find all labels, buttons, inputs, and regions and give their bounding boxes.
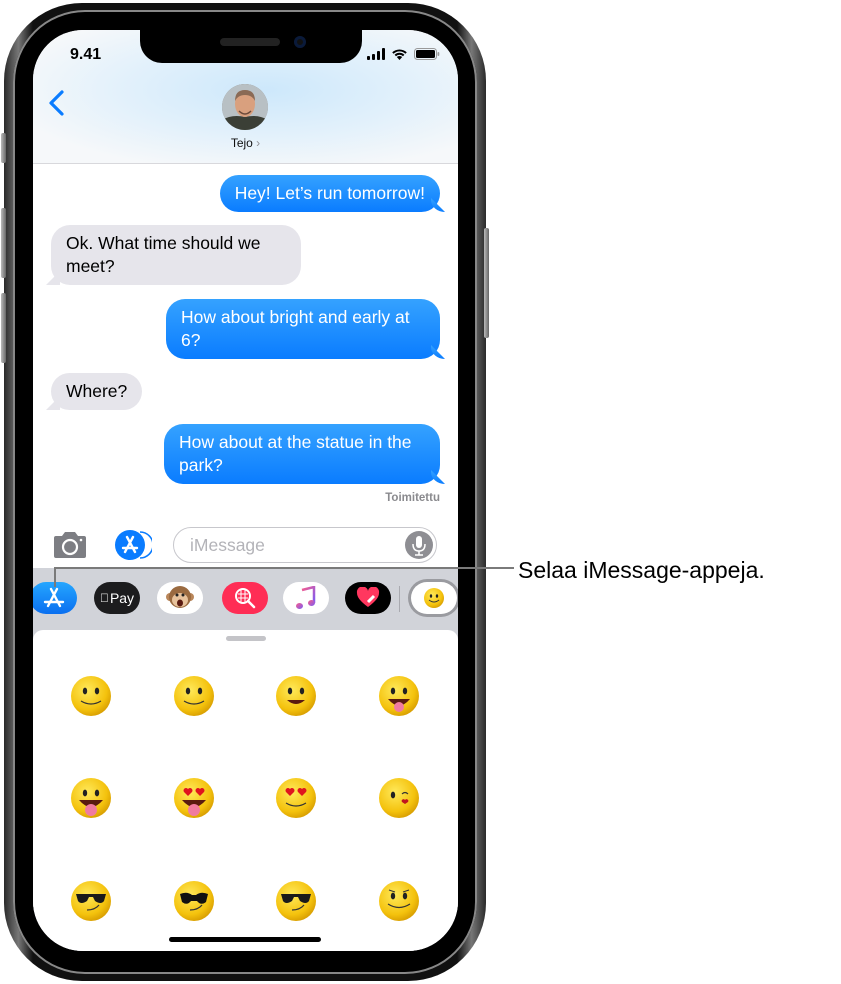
sticker-wink-kiss[interactable]	[377, 776, 421, 820]
music-note-icon	[296, 586, 316, 609]
app-store-icon	[115, 530, 154, 560]
sticker-sheet	[33, 630, 458, 951]
cellular-signal-icon	[367, 48, 385, 60]
sticker-sunglasses-smirk[interactable]	[69, 879, 113, 923]
smiley-sticker-icon	[424, 588, 444, 608]
image-search-button[interactable]	[222, 582, 268, 614]
message-bubble-outgoing[interactable]: How about at the statue in the park?	[164, 424, 440, 484]
speaker-grille	[220, 38, 280, 46]
sheet-grabber[interactable]	[226, 636, 266, 641]
music-button[interactable]	[283, 582, 329, 614]
image-search-icon	[235, 588, 256, 609]
message-input-field[interactable]	[173, 527, 437, 563]
sly-smile-icon	[379, 881, 419, 921]
smile-icon	[71, 676, 111, 716]
notch	[140, 30, 362, 63]
sticker-heart-eyes[interactable]	[274, 776, 318, 820]
microphone-button[interactable]	[405, 531, 433, 559]
sticker-sly-smile[interactable]	[377, 879, 421, 923]
monkey-icon	[166, 586, 194, 608]
big-tongue-icon	[71, 778, 111, 818]
screen: 9.41 Tejo › Hey! Let’s run tomorrow! Ok.…	[33, 30, 458, 951]
callout-line	[54, 567, 56, 587]
sunglasses-aviator-icon	[174, 881, 214, 921]
camera-button[interactable]	[51, 530, 89, 560]
contact-name: Tejo	[230, 136, 253, 150]
status-icons	[367, 48, 440, 60]
mute-switch	[1, 133, 6, 163]
apple-pay-label: Pay	[105, 590, 134, 606]
power-button	[484, 228, 489, 338]
contact-name-button[interactable]: Tejo ›	[33, 136, 458, 150]
message-input[interactable]	[188, 528, 392, 563]
battery-icon	[414, 48, 440, 60]
apple-pay-button[interactable]: Pay	[94, 582, 140, 614]
heart-eyes-icon	[276, 778, 316, 818]
delivery-status: Toimitettu	[385, 492, 440, 504]
animoji-button[interactable]	[157, 582, 203, 614]
wifi-icon	[392, 49, 407, 60]
drawer-divider	[399, 586, 400, 612]
apple-pay-icon: 	[100, 591, 109, 605]
message-bubble-outgoing[interactable]: How about bright and early at 6?	[166, 299, 440, 359]
sticker-smile[interactable]	[69, 674, 113, 718]
sticker-tongue-out[interactable]	[377, 674, 421, 718]
volume-down-button	[1, 293, 6, 363]
sticker-sunglasses-smirk-2[interactable]	[274, 879, 318, 923]
callout-line	[54, 567, 514, 569]
stickers-button[interactable]	[411, 582, 457, 614]
message-bubble-incoming[interactable]: Ok. What time should we meet?	[51, 225, 301, 285]
tongue-out-icon	[379, 676, 419, 716]
home-indicator[interactable]	[169, 937, 321, 942]
sticker-heart-eyes-tongue[interactable]	[172, 776, 216, 820]
sunglasses-smirk-2-icon	[276, 881, 316, 921]
chevron-right-icon: ›	[256, 136, 261, 150]
back-button[interactable]	[46, 88, 66, 118]
sunglasses-smirk-icon	[71, 881, 111, 921]
app-store-button[interactable]	[114, 529, 154, 560]
sticker-sunglasses-aviator[interactable]	[172, 879, 216, 923]
smile-icon	[174, 676, 214, 716]
callout-label: Selaa iMessage-appeja.	[518, 557, 765, 583]
message-bubble-incoming[interactable]: Where?	[51, 373, 143, 410]
grin-icon	[276, 676, 316, 716]
contact-avatar[interactable]	[222, 84, 268, 130]
sticker-grin[interactable]	[274, 674, 318, 718]
status-time: 9.41	[70, 46, 102, 63]
wink-kiss-icon	[379, 778, 419, 818]
heart-icon	[356, 587, 380, 607]
sticker-big-tongue[interactable]	[69, 776, 113, 820]
composer	[33, 524, 458, 568]
microphone-icon	[412, 536, 426, 556]
heart-eyes-tongue-icon	[174, 778, 214, 818]
camera-icon	[54, 532, 86, 558]
front-camera	[294, 36, 306, 48]
sticker-smile[interactable]	[172, 674, 216, 718]
volume-up-button	[1, 208, 6, 278]
app-store-icon	[43, 587, 64, 608]
chevron-left-icon	[49, 90, 64, 116]
contact-photo	[222, 84, 268, 130]
message-bubble-outgoing[interactable]: Hey! Let’s run tomorrow!	[219, 175, 440, 212]
digital-touch-button[interactable]	[345, 582, 391, 614]
